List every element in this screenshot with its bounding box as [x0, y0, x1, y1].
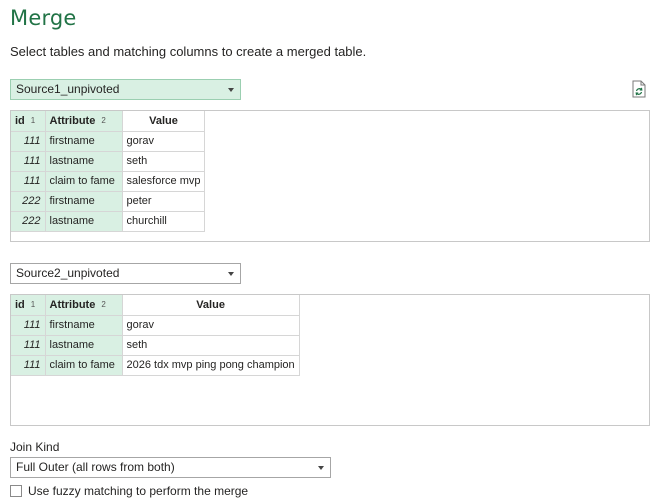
cell-id: 111	[11, 314, 46, 336]
join-kind-select[interactable]: Full Outer (all rows from both)	[10, 457, 331, 478]
cell-value: 2026 tdx mvp ping pong champion	[121, 354, 300, 376]
cell-value: gorav	[121, 130, 206, 152]
column-header-value[interactable]: Value	[121, 295, 300, 316]
source2-select-value: Source2_unpivoted	[16, 266, 120, 280]
table-row: 111 claim to fame salesforce mvp	[11, 170, 206, 192]
table-row: 111 lastname seth	[11, 150, 206, 172]
cell-id: 222	[11, 210, 46, 232]
column-header-attribute[interactable]: Attribute 2	[44, 111, 123, 132]
cell-attribute: firstname	[44, 190, 123, 212]
column-header-value[interactable]: Value	[121, 111, 206, 132]
source2-table: id 1 Attribute 2 Value 111 firstname gorav 11…	[11, 295, 300, 376]
cell-id: 111	[11, 130, 46, 152]
cell-attribute: firstname	[44, 130, 123, 152]
chevron-down-icon	[228, 88, 234, 92]
column-header-id[interactable]: id 1	[11, 295, 46, 316]
table-row: 222 firstname peter	[11, 190, 206, 212]
join-kind-value: Full Outer (all rows from both)	[16, 460, 175, 474]
fuzzy-matching-option: Use fuzzy matching to perform the merge	[10, 484, 248, 498]
source2-select[interactable]: Source2_unpivoted	[10, 263, 241, 284]
dialog-subtitle: Select tables and matching columns to cr…	[10, 44, 367, 59]
cell-attribute: lastname	[44, 334, 123, 356]
table-row: 111 lastname seth	[11, 334, 300, 356]
cell-id: 111	[11, 354, 46, 376]
cell-value: peter	[121, 190, 206, 212]
column-header-id[interactable]: id 1	[11, 111, 46, 132]
cell-value: salesforce mvp	[121, 170, 206, 192]
source1-preview: id 1 Attribute 2 Value 111 firstname gorav 11…	[10, 110, 650, 242]
cell-attribute: claim to fame	[44, 354, 123, 376]
cell-id: 222	[11, 190, 46, 212]
cell-id: 111	[11, 150, 46, 172]
cell-value: seth	[121, 334, 300, 356]
cell-attribute: lastname	[44, 150, 123, 172]
cell-attribute: lastname	[44, 210, 123, 232]
column-header-attribute[interactable]: Attribute 2	[44, 295, 123, 316]
dialog-title: Merge	[10, 6, 77, 30]
cell-id: 111	[11, 334, 46, 356]
cell-value: seth	[121, 150, 206, 172]
cell-attribute: firstname	[44, 314, 123, 336]
table-row: 222 lastname churchill	[11, 210, 206, 232]
table-row: 111 firstname gorav	[11, 130, 206, 152]
cell-value: churchill	[121, 210, 206, 232]
table-row: 111 firstname gorav	[11, 314, 300, 336]
chevron-down-icon	[318, 466, 324, 470]
cell-value: gorav	[121, 314, 300, 336]
cell-attribute: claim to fame	[44, 170, 123, 192]
cell-id: 111	[11, 170, 46, 192]
source1-select[interactable]: Source1_unpivoted	[10, 79, 241, 100]
source1-select-value: Source1_unpivoted	[16, 82, 120, 96]
chevron-down-icon	[228, 272, 234, 276]
fuzzy-matching-label: Use fuzzy matching to perform the merge	[28, 484, 249, 498]
fuzzy-matching-checkbox[interactable]	[10, 485, 22, 497]
join-kind-label: Join Kind	[10, 440, 60, 454]
source1-table: id 1 Attribute 2 Value 111 firstname gorav 11…	[11, 111, 206, 232]
refresh-preview-icon[interactable]	[631, 80, 647, 98]
table-row: 111 claim to fame 2026 tdx mvp ping pong c…	[11, 354, 300, 376]
source2-preview: id 1 Attribute 2 Value 111 firstname gorav 11…	[10, 294, 650, 426]
